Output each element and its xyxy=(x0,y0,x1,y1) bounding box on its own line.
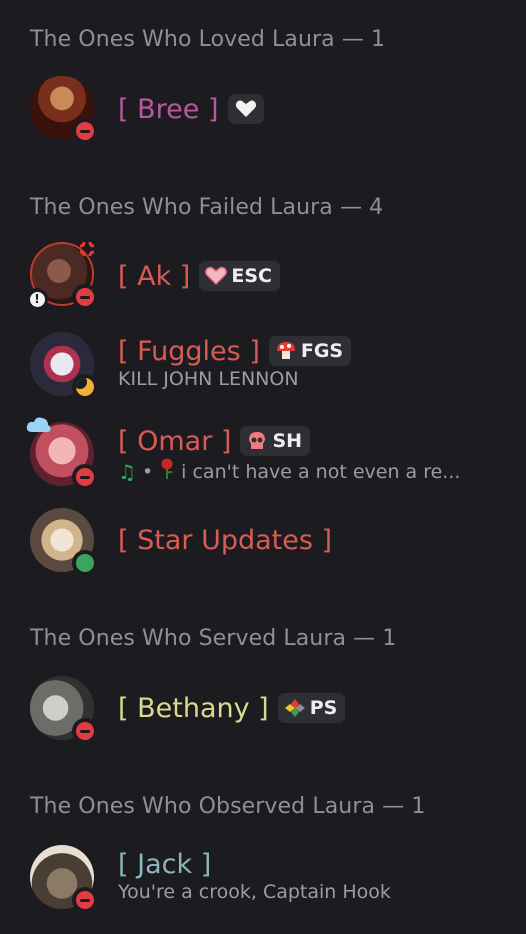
skull-icon xyxy=(246,431,268,451)
member-name: [ Ak ] xyxy=(118,260,191,292)
member-fuggles[interactable]: [ Fuggles ] FGS KILL JOHN LENNON xyxy=(30,332,510,400)
avatar xyxy=(30,76,98,144)
white-heart-icon xyxy=(235,99,257,119)
alert-icon: ! xyxy=(26,288,48,310)
heart-icon xyxy=(205,266,228,286)
online-status-icon xyxy=(72,550,98,576)
avatar xyxy=(30,332,98,400)
mushroom-icon xyxy=(275,341,297,361)
member-name: [ Bree ] xyxy=(118,93,219,125)
member-name: [ Omar ] xyxy=(118,425,232,457)
section-header-failed: The Ones Who Failed Laura — 4 xyxy=(30,195,384,220)
avatar: ! xyxy=(26,241,98,310)
member-tag[interactable]: SH xyxy=(240,426,311,456)
member-tag[interactable] xyxy=(227,94,264,124)
custom-status: You're a crook, Captain Hook xyxy=(118,881,391,903)
tag-label: PS xyxy=(309,697,338,719)
member-name: [ Jack ] xyxy=(118,848,212,880)
tag-label: SH xyxy=(272,430,303,452)
member-tag[interactable]: ESC xyxy=(199,261,280,291)
avatar xyxy=(30,508,98,576)
tag-label: FGS xyxy=(300,340,344,362)
anger-icon xyxy=(76,238,98,260)
tag-label: ESC xyxy=(231,265,272,287)
member-tag[interactable]: PS xyxy=(277,693,346,723)
diamond-icon xyxy=(284,698,306,718)
custom-status: i can't have a not even a re... xyxy=(181,460,461,483)
custom-status: KILL JOHN LENNON xyxy=(118,368,299,390)
member-name: [ Fuggles ] xyxy=(118,335,260,367)
dnd-status-icon xyxy=(72,284,98,310)
dnd-status-icon xyxy=(72,464,98,490)
section-header-loved: The Ones Who Loved Laura — 1 xyxy=(30,27,386,52)
member-name: [ Star Updates ] xyxy=(118,524,333,556)
section-header-observed: The Ones Who Observed Laura — 1 xyxy=(30,794,426,819)
member-name: [ Bethany ] xyxy=(118,692,269,724)
member-tag[interactable]: FGS xyxy=(268,336,352,366)
section-header-served: The Ones Who Served Laura — 1 xyxy=(30,626,397,651)
idle-status-icon xyxy=(72,374,98,400)
cloud-icon xyxy=(26,416,52,436)
avatar xyxy=(30,676,98,744)
avatar xyxy=(26,417,98,490)
dnd-status-icon xyxy=(72,718,98,744)
member-bethany[interactable]: [ Bethany ] PS xyxy=(30,676,510,744)
member-star-updates[interactable]: [ Star Updates ] xyxy=(30,508,510,576)
rose-icon xyxy=(159,458,175,485)
dnd-status-icon xyxy=(72,887,98,913)
avatar xyxy=(30,845,98,913)
member-bree[interactable]: [ Bree ] xyxy=(30,76,510,144)
member-ak[interactable]: ! [ Ak ] ESC xyxy=(26,241,510,310)
music-note-icon: ♫ xyxy=(118,459,136,484)
activity-separator: • xyxy=(141,460,154,483)
member-jack[interactable]: [ Jack ] You're a crook, Captain Hook xyxy=(30,845,510,913)
dnd-status-icon xyxy=(72,118,98,144)
member-omar[interactable]: [ Omar ] SH ♫ • i can't have a not even … xyxy=(26,417,510,490)
